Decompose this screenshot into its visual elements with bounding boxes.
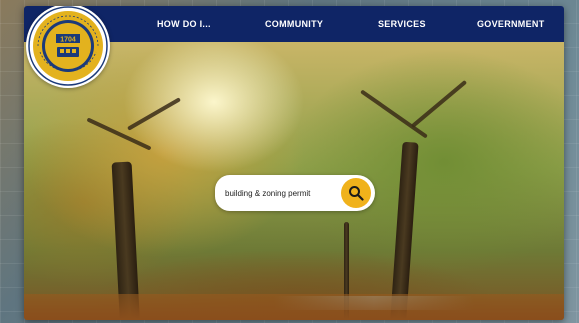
nav-services[interactable]: SERVICES [378, 6, 426, 42]
nav-government[interactable]: GOVERNMENT [477, 6, 545, 42]
search-icon [349, 186, 364, 201]
search-button[interactable] [341, 178, 371, 208]
search-input[interactable] [225, 184, 335, 202]
nav-how-do-i[interactable]: HOW DO I... [157, 6, 211, 42]
leaf-covered-ground [24, 294, 564, 320]
tree-branch [127, 97, 181, 131]
tree-branch [410, 79, 468, 129]
tree-branch [360, 89, 428, 139]
seal-year: 1704 [60, 37, 76, 44]
search-box [215, 175, 375, 211]
website-window: HOW DO I... COMMUNITY SERVICES GOVERNMEN… [24, 6, 564, 320]
seal-icon: 1704 [28, 6, 108, 86]
township-seal-logo[interactable]: 1704 [26, 6, 110, 88]
nav-community[interactable]: COMMUNITY [265, 6, 323, 42]
